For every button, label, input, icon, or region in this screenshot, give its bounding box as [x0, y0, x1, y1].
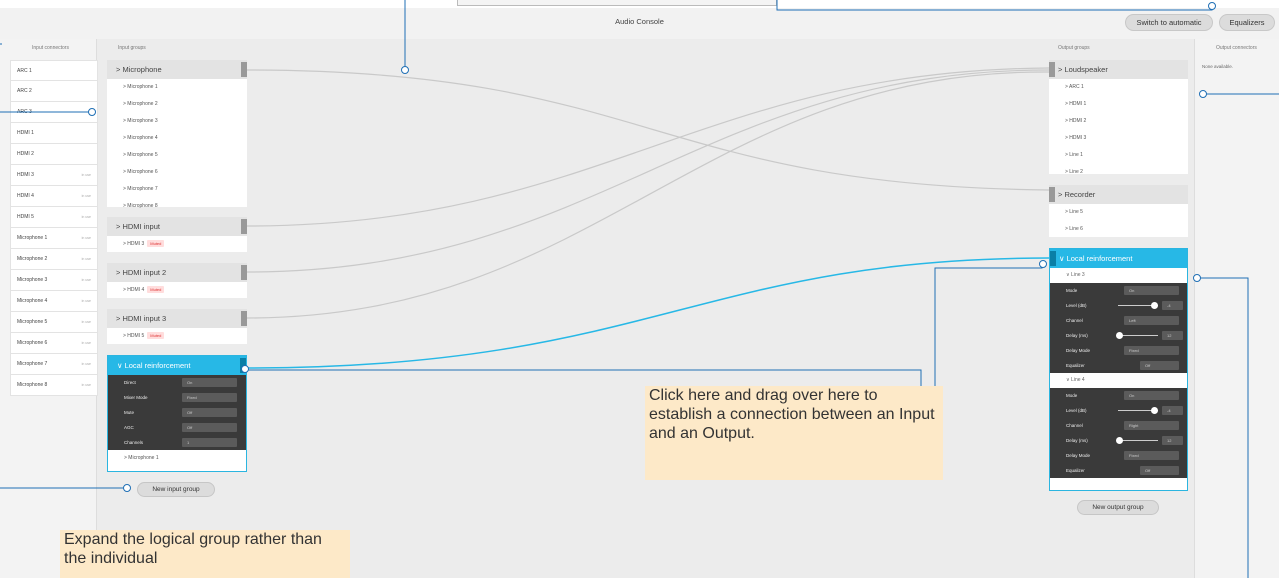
wire-hdmi3-loudspeaker [246, 71, 1050, 319]
callout-marker [123, 484, 131, 492]
callout-line [1198, 277, 1249, 578]
callout-marker [1199, 90, 1207, 98]
connection-wires [0, 0, 1279, 578]
expand-group-note: Expand the logical group rather than the… [60, 530, 350, 578]
callout-line [776, 0, 1213, 11]
drag-connection-note: Click here and drag over here to establi… [645, 386, 943, 480]
callout-marker [88, 108, 96, 116]
callout-marker [401, 66, 409, 74]
wire-hdmi-loudspeaker [246, 67, 1050, 227]
callout-line [934, 264, 1043, 391]
wire-hdmi2-loudspeaker [246, 69, 1050, 273]
callout-marker [241, 365, 249, 373]
callout-marker [1208, 2, 1216, 10]
wire-local-reinforcement [246, 257, 1050, 369]
callout-marker [1193, 274, 1201, 282]
callout-marker [1039, 260, 1047, 268]
